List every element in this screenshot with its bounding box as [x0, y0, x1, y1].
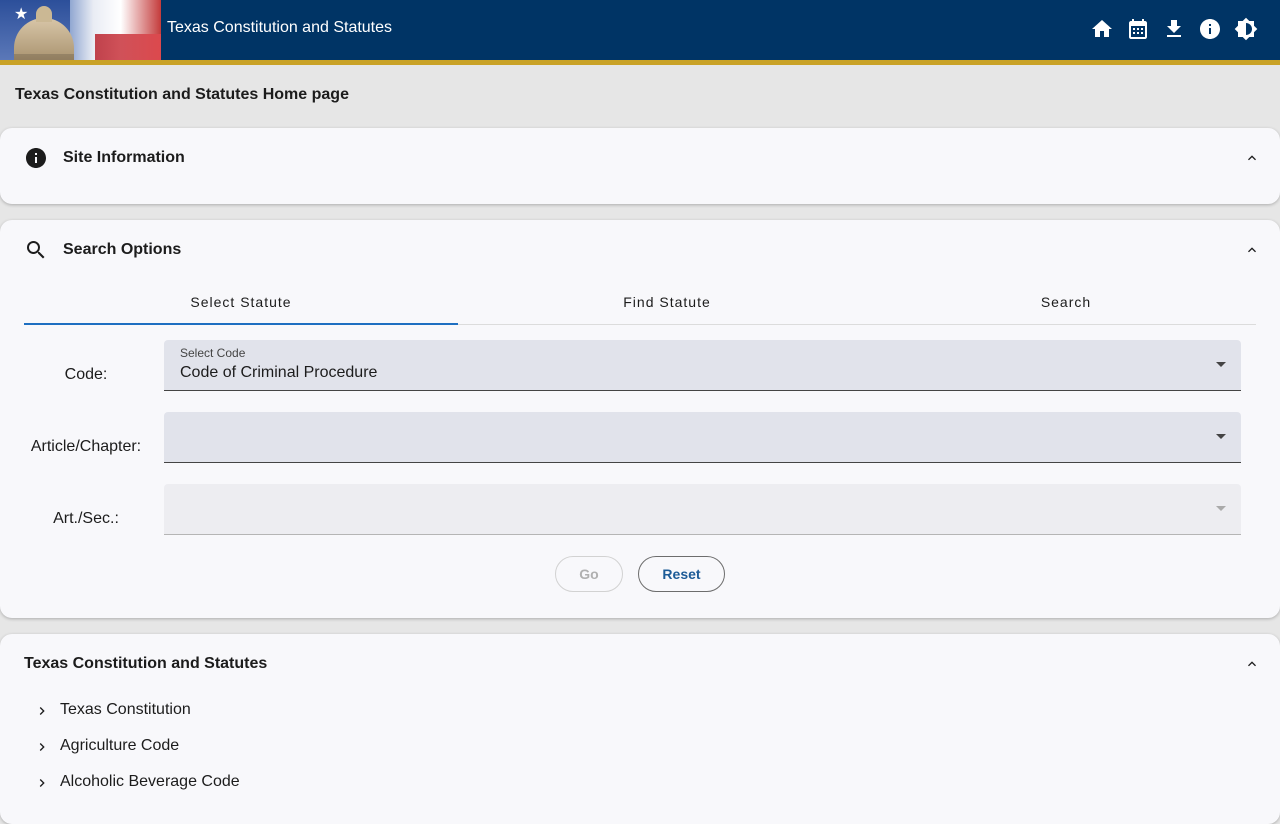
- dropdown-arrow-icon: [1216, 362, 1226, 367]
- search-tabs: Select Statute Find Statute Search: [24, 280, 1256, 325]
- flag-red-stripe: [95, 34, 161, 60]
- art-sec-select[interactable]: [164, 484, 1241, 535]
- site-information-panel: Site Information: [0, 128, 1280, 204]
- search-options-panel: Search Options Select Statute Find Statu…: [0, 220, 1280, 618]
- code-select[interactable]: Select Code Code of Criminal Procedure: [164, 340, 1241, 391]
- brightness-icon[interactable]: [1234, 17, 1258, 41]
- art-sec-label: Art./Sec.:: [53, 510, 119, 527]
- capitol-cupola: [36, 6, 52, 22]
- tab-find-statute[interactable]: Find Statute: [458, 280, 876, 324]
- page-title: Texas Constitution and Statutes Home pag…: [15, 86, 349, 103]
- statutes-title[interactable]: Texas Constitution and Statutes: [24, 655, 267, 673]
- home-icon[interactable]: [1090, 17, 1114, 41]
- texas-capitol-logo[interactable]: ★: [0, 0, 161, 60]
- chevron-up-icon[interactable]: [1244, 242, 1260, 258]
- go-button[interactable]: Go: [555, 556, 623, 592]
- download-icon[interactable]: [1162, 17, 1186, 41]
- app-title: Texas Constitution and Statutes: [167, 19, 393, 36]
- search-icon: [24, 238, 48, 262]
- info-icon[interactable]: [1198, 17, 1222, 41]
- tree-item-label[interactable]: Alcoholic Beverage Code: [60, 773, 240, 791]
- chevron-right-icon[interactable]: [34, 739, 50, 755]
- star-icon: ★: [14, 6, 29, 23]
- dropdown-arrow-icon: [1216, 506, 1226, 511]
- code-label: Code:: [64, 366, 108, 383]
- tab-search[interactable]: Search: [876, 280, 1256, 324]
- header-actions: [1090, 17, 1258, 41]
- chevron-up-icon[interactable]: [1244, 150, 1260, 166]
- calendar-icon[interactable]: [1126, 17, 1150, 41]
- search-options-title[interactable]: Search Options: [63, 241, 181, 259]
- reset-button[interactable]: Reset: [638, 556, 725, 592]
- article-chapter-label: Article/Chapter:: [30, 438, 142, 455]
- site-information-title[interactable]: Site Information: [63, 149, 185, 167]
- select-code-caption: Select Code: [180, 346, 246, 360]
- statutes-panel: Texas Constitution and Statutes Texas Co…: [0, 634, 1280, 824]
- active-tab-indicator: [24, 323, 458, 325]
- chevron-right-icon[interactable]: [34, 775, 50, 791]
- top-app-bar: ★ Texas Constitution and Statutes: [0, 0, 1280, 65]
- article-chapter-select[interactable]: [164, 412, 1241, 463]
- chevron-up-icon[interactable]: [1244, 656, 1260, 672]
- tree-item-label[interactable]: Agriculture Code: [60, 737, 179, 755]
- chevron-right-icon[interactable]: [34, 703, 50, 719]
- dropdown-arrow-icon: [1216, 434, 1226, 439]
- tab-select-statute[interactable]: Select Statute: [24, 280, 458, 324]
- code-select-value: Code of Criminal Procedure: [180, 364, 378, 381]
- tree-item-label[interactable]: Texas Constitution: [60, 701, 191, 719]
- info-icon: [24, 146, 48, 170]
